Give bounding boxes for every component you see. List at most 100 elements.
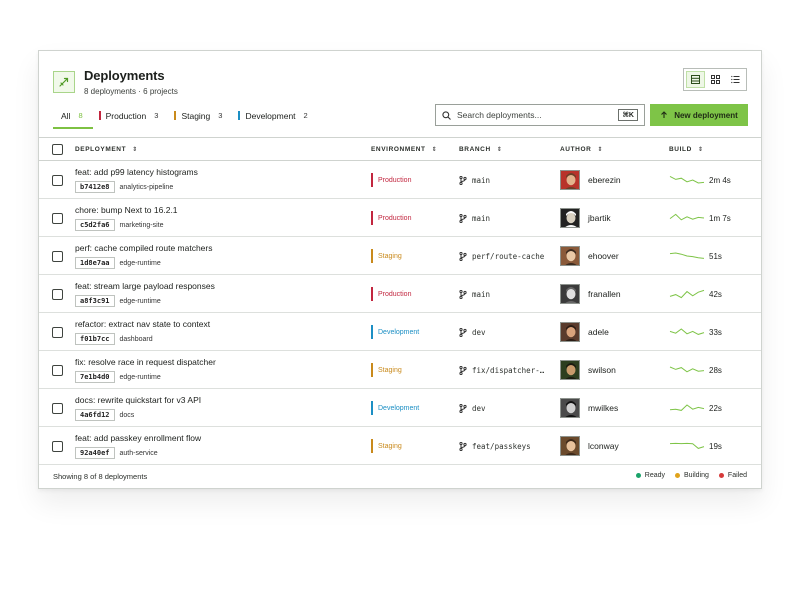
commit-sha-badge[interactable]: a8f3c91 [75,295,115,307]
branch-cell: main [459,161,490,199]
build-time: 19s [709,441,722,451]
commit-message[interactable]: feat: add passkey enrollment flow [75,433,201,443]
table-row[interactable]: feat: add passkey enrollment flow 92a40e… [39,427,761,465]
commit-sha-badge[interactable]: f01b7cc [75,333,115,345]
row-checkbox[interactable] [52,440,63,452]
row-select-cell [52,427,63,465]
commit-message[interactable]: feat: stream large payload responses [75,281,215,291]
environment-badge: Production [371,173,411,187]
commit-message[interactable]: chore: bump Next to 16.2.1 [75,205,178,215]
row-checkbox[interactable] [52,402,63,414]
build-time: 1m 7s [709,213,731,223]
row-checkbox[interactable] [52,174,63,186]
select-all-cell [52,138,63,160]
tab-development[interactable]: Development 2 [230,108,315,123]
commit-meta: f01b7cc dashboard [75,333,153,345]
build-cell: 19s [669,427,722,465]
search-icon [442,110,451,120]
list-view-button[interactable] [727,71,744,88]
status-dot-building [675,473,680,478]
tab-staging[interactable]: Staging 3 [166,108,230,123]
environment-cell: Development [371,389,419,427]
new-deployment-button[interactable]: New deployment [650,104,748,126]
avatar[interactable] [560,322,580,342]
branch-name: main [459,213,490,223]
tab-count: 3 [154,111,159,120]
commit-sha-badge[interactable]: c5d2fa6 [75,219,115,231]
build-time: 42s [709,289,722,299]
branch-label: dev [472,403,486,413]
commit-sha-badge[interactable]: b7412e8 [75,181,115,193]
staging-marker [174,111,177,120]
status-dot-ready [635,473,641,478]
tab-all[interactable]: All 8 [53,108,91,123]
commit-message[interactable]: refactor: extract nav state to context [75,319,210,329]
environment-badge: Development [371,401,419,415]
avatar[interactable] [560,436,580,456]
table-row[interactable]: feat: stream large payload responses a8f… [39,275,761,313]
legend-label: Failed [727,472,747,479]
table-row[interactable]: fix: resolve race in request dispatcher … [39,351,761,389]
row-checkbox[interactable] [52,250,63,262]
table-row[interactable]: feat: add p99 latency histograms b7412e8… [39,161,761,199]
git-branch-icon [459,327,467,337]
sort-icon: ⇕ [597,146,604,153]
commit-sha-badge[interactable]: 1d8e7aa [75,257,115,269]
commit-message[interactable]: perf: cache compiled route matchers [75,243,212,253]
commit-sha-badge[interactable]: 4a6fd12 [75,409,115,421]
avatar[interactable] [560,398,580,418]
table-row[interactable]: perf: cache compiled route matchers 1d8e… [39,237,761,275]
legend-item: Failed [718,472,747,479]
project-name: edge-runtime [119,259,161,267]
sparkline-path [669,289,705,299]
author-name: eberezin [588,175,621,185]
table-row[interactable]: docs: rewrite quickstart for v3 API 4a6f… [39,389,761,427]
grid-view-button[interactable] [707,71,724,88]
branch-name: main [459,289,490,299]
commit-message[interactable]: fix: resolve race in request dispatcher [75,357,216,367]
avatar[interactable] [560,284,580,304]
tab-count: 3 [218,111,223,120]
table-row[interactable]: refactor: extract nav state to context f… [39,313,761,351]
tab-count: 8 [78,111,83,120]
rocket-icon [53,71,75,93]
branch-cell: main [459,275,490,313]
tab-production[interactable]: Production 3 [91,108,167,123]
column-deployment[interactable]: DEPLOYMENT ⇕ [75,138,138,160]
avatar[interactable] [560,246,580,266]
column-branch[interactable]: BRANCH ⇕ [459,138,502,160]
table-row[interactable]: chore: bump Next to 16.2.1 c5d2fa6 marke… [39,199,761,237]
row-checkbox[interactable] [52,326,63,338]
table-header: DEPLOYMENT ⇕ ENVIRONMENT ⇕ BRANCH ⇕ AUTHOR ⇕… [39,137,761,161]
build-sparkline [669,252,705,259]
commit-message[interactable]: feat: add p99 latency histograms [75,167,198,177]
search-input[interactable]: Search deployments... ⌘K [435,104,645,126]
table-view-button[interactable] [686,71,706,88]
commit-sha-badge[interactable]: 92a40ef [75,447,115,459]
row-checkbox[interactable] [52,364,63,376]
build-duration: 1m 7s [669,211,731,225]
select-all-checkbox[interactable] [52,143,63,155]
avatar[interactable] [560,208,580,228]
sort-icon: ⇕ [697,146,704,153]
column-author[interactable]: AUTHOR ⇕ [560,138,603,160]
row-checkbox[interactable] [52,212,63,224]
page-subtitle: 8 deployments · 6 projects [84,87,178,96]
view-toggle [683,68,747,91]
git-branch-icon [459,213,467,223]
deployment-cell: chore: bump Next to 16.2.1 c5d2fa6 marke… [75,199,178,237]
row-checkbox[interactable] [52,288,63,300]
grid-icon [711,75,721,84]
author-cell: mwilkes [560,389,618,427]
column-label: DEPLOYMENT [75,145,127,153]
project-name: edge-runtime [119,297,161,305]
commit-message[interactable]: docs: rewrite quickstart for v3 API [75,395,201,405]
commit-sha-badge[interactable]: 7e1b4d0 [75,371,115,383]
column-environment[interactable]: ENVIRONMENT ⇕ [371,138,437,160]
build-sparkline [669,289,705,299]
column-build[interactable]: BUILD ⇕ [669,138,704,160]
environment-color-bar [371,439,373,453]
avatar[interactable] [560,360,580,380]
environment-color-bar [371,325,373,339]
avatar[interactable] [560,170,580,190]
